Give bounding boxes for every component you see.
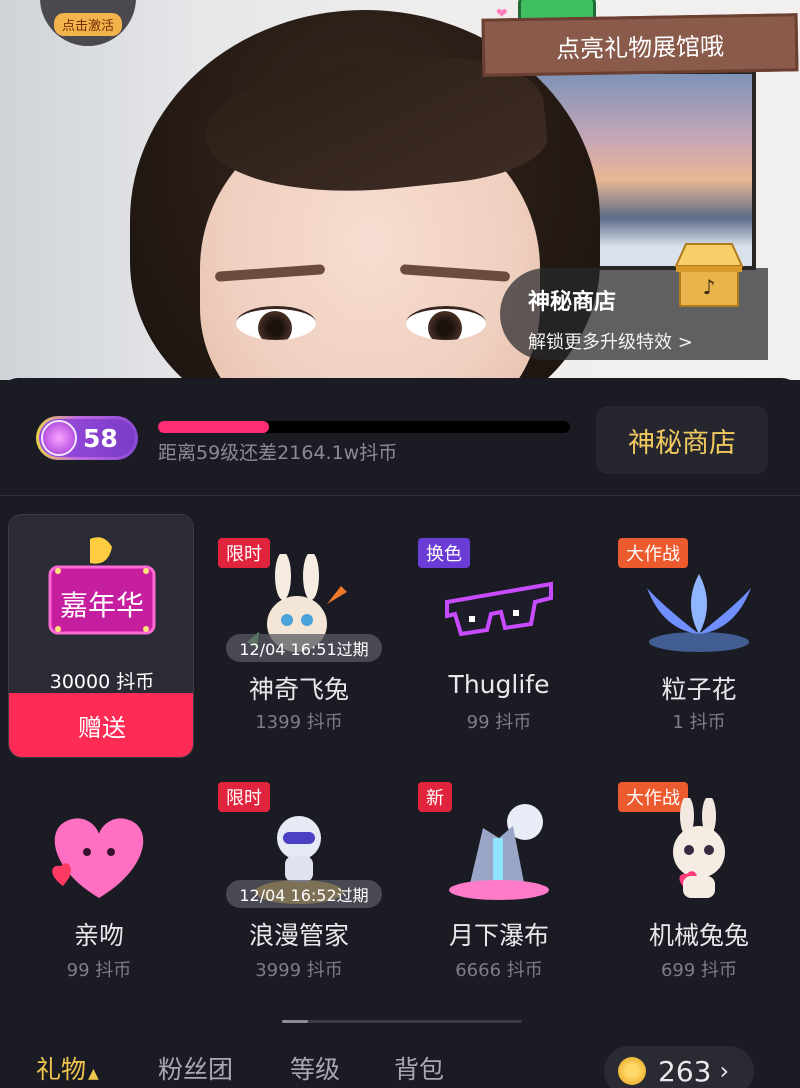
coin-balance-button[interactable]: 263 › xyxy=(604,1046,754,1088)
level-progress-bar xyxy=(158,421,570,433)
page-indicator-thumb xyxy=(282,1020,308,1023)
kiss-heart-icon xyxy=(52,818,144,898)
gift-card[interactable]: 换色 Thuglife 99 抖币 xyxy=(404,538,594,738)
gift-price: 3999 抖币 xyxy=(255,960,343,981)
carnival-gift-icon: 嘉年华 xyxy=(48,537,156,635)
send-button[interactable]: 赠送 xyxy=(9,693,193,757)
activate-label: 点击激活 xyxy=(53,13,122,36)
gift-name: Thuglife xyxy=(448,670,550,699)
gift-card[interactable]: 大作战 机械兔兔 699 抖币 xyxy=(604,782,794,982)
gift-name: 粒子花 xyxy=(661,675,737,704)
gift-price: 6666 抖币 xyxy=(455,960,543,981)
level-number: 58 xyxy=(83,423,118,453)
level-progress-text: 距离59级还差2164.1w抖币 xyxy=(158,442,398,464)
coin-balance: 263 xyxy=(658,1054,712,1088)
gift-card-selected[interactable]: 嘉年华 30000 抖币 赠送 xyxy=(8,514,194,758)
particle-flower-icon xyxy=(647,574,751,652)
tab-level[interactable]: 等级 xyxy=(290,1050,340,1086)
activate-badge[interactable]: 点击激活 xyxy=(40,0,136,46)
gift-panel: 58 距离59级还差2164.1w抖币 神秘商店 嘉年华 30000 抖币 赠送… xyxy=(0,378,800,1088)
gift-price: 99 抖币 xyxy=(466,712,532,733)
mystery-shop-label: 神秘商店 xyxy=(628,427,736,459)
gift-price: 699 抖币 xyxy=(660,960,738,981)
svg-text:♪: ♪ xyxy=(703,275,716,299)
gift-expire-badge: 12/04 16:51过期 xyxy=(226,634,382,662)
live-video: 点击激活 ❤ 点亮礼物展馆哦 神秘商店 解锁更多升级特效 > ♪ xyxy=(0,0,800,380)
level-badge[interactable]: 58 xyxy=(36,416,138,460)
gift-card[interactable]: 亲吻 99 抖币 xyxy=(4,782,194,982)
gift-price: 99 抖币 xyxy=(66,960,132,981)
gift-card[interactable]: 新 月下瀑布 6666 抖币 xyxy=(404,782,594,982)
page-indicator xyxy=(282,1020,522,1023)
coin-icon xyxy=(618,1057,646,1085)
mystery-shop-button[interactable]: 神秘商店 xyxy=(596,406,768,474)
level-gem-icon xyxy=(41,420,77,456)
send-label: 赠送 xyxy=(78,713,126,742)
gift-name: 浪漫管家 xyxy=(248,921,349,950)
mech-bunny-icon xyxy=(673,798,725,898)
gift-name: 亲吻 xyxy=(73,921,124,950)
sort-icon: ▲ xyxy=(88,1066,99,1082)
gift-expire-badge: 12/04 16:52过期 xyxy=(226,880,382,908)
exhibit-banner-label: 点亮礼物展馆哦 xyxy=(555,32,725,63)
gift-card[interactable]: 大作战 粒子花 1 抖币 xyxy=(604,538,794,738)
gift-name: 嘉年华 xyxy=(60,589,144,622)
gift-price: 1 抖币 xyxy=(672,712,726,733)
store-icon: ♪ xyxy=(674,243,744,307)
tab-gift[interactable]: 礼物 ▲ xyxy=(36,1050,99,1086)
level-progress-fill xyxy=(158,421,270,433)
chevron-right-icon: › xyxy=(719,1057,730,1085)
tab-backpack[interactable]: 背包 xyxy=(394,1050,444,1086)
gift-card[interactable]: 限时 12/04 16:51过期 神奇飞兔 1399 抖币 xyxy=(204,538,394,738)
pixel-sunglasses-icon xyxy=(445,581,553,637)
gift-price: 30000 抖币 xyxy=(49,671,155,693)
gift-card[interactable]: 限时 12/04 16:52过期 浪漫管家 3999 抖币 xyxy=(204,782,394,982)
gift-exhibit-banner[interactable]: 点亮礼物展馆哦 xyxy=(481,13,799,77)
left-eye xyxy=(236,306,316,340)
shop-overlay-subtitle: 解锁更多升级特效 > xyxy=(528,332,693,353)
gift-name: 机械兔兔 xyxy=(648,921,749,950)
right-eye xyxy=(406,306,486,340)
gift-name: 神奇飞兔 xyxy=(248,675,349,704)
gift-name: 月下瀑布 xyxy=(448,921,549,950)
gift-price: 1399 抖币 xyxy=(255,712,343,733)
moon-waterfall-icon xyxy=(449,804,549,900)
level-row: 58 距离59级还差2164.1w抖币 神秘商店 xyxy=(0,378,800,496)
tab-fan-club[interactable]: 粉丝团 xyxy=(158,1050,233,1086)
